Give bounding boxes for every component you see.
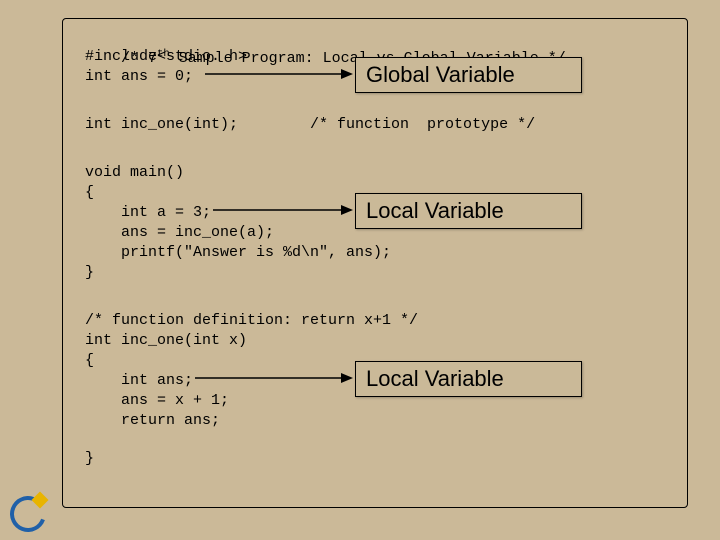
- code-line-3: int ans = 0;: [85, 67, 193, 87]
- code-line-18: ans = x + 1;: [85, 391, 229, 411]
- code-line-14: /* function definition: return x+1 */: [85, 311, 418, 331]
- code-line-10: ans = inc_one(a);: [85, 223, 274, 243]
- code-line-5: int inc_one(int); /* function prototype …: [85, 115, 535, 135]
- code-line-2: #include<stdio. h>: [85, 47, 247, 67]
- label-local-variable-1: Local Variable: [355, 193, 582, 229]
- code-line-9: int a = 3;: [85, 203, 211, 223]
- label-local-variable-2: Local Variable: [355, 361, 582, 397]
- code-line-16: {: [85, 351, 94, 371]
- code-line-11: printf("Answer is %d\n", ans);: [85, 243, 391, 263]
- arrow-global: [205, 67, 353, 81]
- code-line-15: int inc_one(int x): [85, 331, 247, 351]
- logo-icon: [8, 490, 50, 532]
- slide-frame: /* 7th Sample Program: Local vs Global V…: [62, 18, 688, 508]
- code-line-8: {: [85, 183, 94, 203]
- code-line-17: int ans;: [85, 371, 193, 391]
- code-line-19: return ans;: [85, 411, 220, 431]
- label-global-variable: Global Variable: [355, 57, 582, 93]
- code-line-7: void main(): [85, 163, 184, 183]
- code-line-20: }: [85, 449, 94, 469]
- code-line-12: }: [85, 263, 94, 283]
- arrow-local-1: [213, 203, 353, 217]
- arrow-local-2: [195, 371, 353, 385]
